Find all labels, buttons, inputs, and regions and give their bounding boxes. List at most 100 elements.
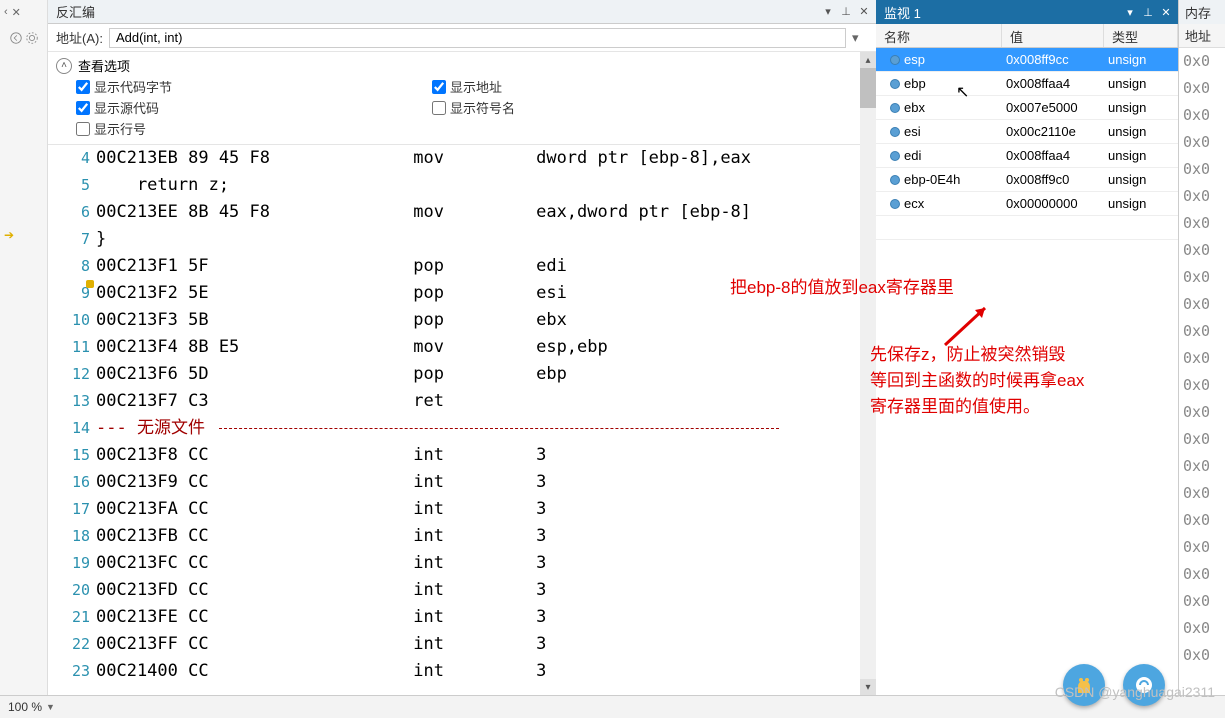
watch-row[interactable]: 0x008ffaa4unsign <box>876 144 1178 168</box>
pin-icon[interactable]: ⊥ <box>838 4 854 20</box>
watch-row[interactable]: 0x00000000unsign <box>876 192 1178 216</box>
checkbox[interactable] <box>432 80 446 94</box>
opt-show-address[interactable]: 显示地址 <box>432 77 515 96</box>
dropdown-icon[interactable]: ▾ <box>1122 4 1138 20</box>
memory-row[interactable]: 0x0 <box>1183 48 1225 75</box>
close-icon[interactable]: ✕ <box>1158 4 1174 20</box>
opt-show-linenum[interactable]: 显示行号 <box>76 119 172 138</box>
chevron-down-icon[interactable]: ▼ <box>46 702 55 712</box>
memory-row[interactable]: 0x0 <box>1183 237 1225 264</box>
settings-icon[interactable] <box>25 31 39 45</box>
dropdown-icon[interactable]: ▾ <box>820 4 836 20</box>
memory-row[interactable]: 0x0 <box>1183 345 1225 372</box>
watch-col-value[interactable]: 值 <box>1002 24 1104 47</box>
memory-row[interactable]: 0x0 <box>1183 291 1225 318</box>
close-icon[interactable]: ✕ <box>12 6 21 19</box>
checkbox[interactable] <box>76 101 90 115</box>
close-icon[interactable]: ✕ <box>856 4 872 20</box>
memory-row[interactable]: 0x0 <box>1183 615 1225 642</box>
address-input[interactable] <box>109 28 846 48</box>
memory-row[interactable]: 0x0 <box>1183 480 1225 507</box>
code-line[interactable]: } <box>96 226 876 253</box>
zoom-value: 100 % <box>8 700 42 714</box>
watch-name-input[interactable] <box>904 148 1002 163</box>
watch-type: unsign <box>1104 148 1178 163</box>
code-line[interactable]: 00C213FA CC int 3 <box>96 496 876 523</box>
memory-rows: 0x00x00x00x00x00x00x00x00x00x00x00x00x00… <box>1179 48 1225 669</box>
memory-row[interactable]: 0x0 <box>1183 156 1225 183</box>
memory-row[interactable]: 0x0 <box>1183 507 1225 534</box>
watch-item-icon <box>876 79 904 89</box>
checkbox[interactable] <box>432 101 446 115</box>
opt-show-symbol[interactable]: 显示符号名 <box>432 98 515 117</box>
zoom-combo[interactable]: 100 % ▼ <box>8 700 55 714</box>
code-line[interactable]: --- 无源文件 <box>96 415 876 442</box>
checkbox[interactable] <box>76 80 90 94</box>
memory-row[interactable]: 0x0 <box>1183 183 1225 210</box>
watch-row[interactable]: 0x00c2110eunsign <box>876 120 1178 144</box>
code-area: 4567891011121314151617181920212223 00C21… <box>48 145 876 695</box>
code-line[interactable]: 00C213F7 C3 ret <box>96 388 876 415</box>
memory-row[interactable]: 0x0 <box>1183 318 1225 345</box>
memory-row[interactable]: 0x0 <box>1183 102 1225 129</box>
watch-row-empty[interactable] <box>876 216 1178 240</box>
code-line[interactable]: 00C213FE CC int 3 <box>96 604 876 631</box>
memory-row[interactable]: 0x0 <box>1183 264 1225 291</box>
address-dropdown-icon[interactable]: ▾ <box>852 30 868 46</box>
memory-row[interactable]: 0x0 <box>1183 399 1225 426</box>
code-line[interactable]: 00C213F8 CC int 3 <box>96 442 876 469</box>
memory-row[interactable]: 0x0 <box>1183 588 1225 615</box>
watch-name-input[interactable] <box>904 196 1002 211</box>
watch-row[interactable]: 0x008ff9c0unsign <box>876 168 1178 192</box>
watch-item-icon <box>876 103 904 113</box>
code-line[interactable]: 00C213F4 8B E5 mov esp,ebp <box>96 334 876 361</box>
code-line[interactable]: 00C213F9 CC int 3 <box>96 469 876 496</box>
opt-show-source[interactable]: 显示源代码 <box>76 98 172 117</box>
code-line[interactable]: 00C213EB 89 45 F8 mov dword ptr [ebp-8],… <box>96 145 876 172</box>
code-line[interactable]: 00C213FF CC int 3 <box>96 631 876 658</box>
watch-name-input[interactable] <box>904 172 1002 187</box>
code-line[interactable]: return z; <box>96 172 876 199</box>
code-line[interactable]: 00C21400 CC int 3 <box>96 658 876 685</box>
watch-name-input[interactable] <box>904 100 1002 115</box>
chevron-left-icon[interactable]: ‹ <box>4 6 8 18</box>
code-line[interactable]: 00C213F6 5D pop ebp <box>96 361 876 388</box>
memory-row[interactable]: 0x0 <box>1183 210 1225 237</box>
code-line[interactable]: 00C213FC CC int 3 <box>96 550 876 577</box>
watch-name-input[interactable] <box>904 76 1002 91</box>
view-options-header[interactable]: ˄ 查看选项 <box>56 56 868 75</box>
scroll-thumb[interactable] <box>860 68 876 108</box>
address-bar: 地址(A): ▾ <box>48 24 876 52</box>
opt-show-code-bytes[interactable]: 显示代码字节 <box>76 77 172 96</box>
scroll-up-icon[interactable]: ▴ <box>860 52 876 68</box>
editor-left-gutter: ‹ ✕ <box>0 0 48 695</box>
watch-col-name[interactable]: 名称 <box>876 24 1002 47</box>
watch-row[interactable]: 0x008ffaa4unsign <box>876 72 1178 96</box>
watch-row[interactable]: 0x008ff9ccunsign <box>876 48 1178 72</box>
pin-icon[interactable]: ⊥ <box>1140 4 1156 20</box>
code-line[interactable]: 00C213FD CC int 3 <box>96 577 876 604</box>
memory-row[interactable]: 0x0 <box>1183 453 1225 480</box>
chevron-up-icon[interactable]: ˄ <box>56 58 72 74</box>
watch-item-icon <box>876 55 904 65</box>
memory-row[interactable]: 0x0 <box>1183 75 1225 102</box>
memory-row[interactable]: 0x0 <box>1183 129 1225 156</box>
watch-name-input[interactable] <box>904 124 1002 139</box>
scroll-down-icon[interactable]: ▾ <box>860 679 876 695</box>
memory-row[interactable]: 0x0 <box>1183 642 1225 669</box>
code-body[interactable]: 00C213EB 89 45 F8 mov dword ptr [ebp-8],… <box>96 145 876 695</box>
code-line[interactable]: 00C213FB CC int 3 <box>96 523 876 550</box>
memory-row[interactable]: 0x0 <box>1183 561 1225 588</box>
breakpoint-gutter[interactable] <box>48 145 66 695</box>
code-line[interactable]: 00C213F3 5B pop ebx <box>96 307 876 334</box>
memory-row[interactable]: 0x0 <box>1183 372 1225 399</box>
code-line[interactable]: 00C213EE 8B 45 F8 mov eax,dword ptr [ebp… <box>96 199 876 226</box>
watch-name-input[interactable] <box>904 220 1002 235</box>
memory-row[interactable]: 0x0 <box>1183 426 1225 453</box>
checkbox[interactable] <box>76 122 90 136</box>
memory-row[interactable]: 0x0 <box>1183 534 1225 561</box>
watch-name-input[interactable] <box>904 52 1002 67</box>
watch-row[interactable]: 0x007e5000unsign <box>876 96 1178 120</box>
back-icon[interactable] <box>9 31 23 45</box>
watch-col-type[interactable]: 类型 <box>1104 24 1178 47</box>
